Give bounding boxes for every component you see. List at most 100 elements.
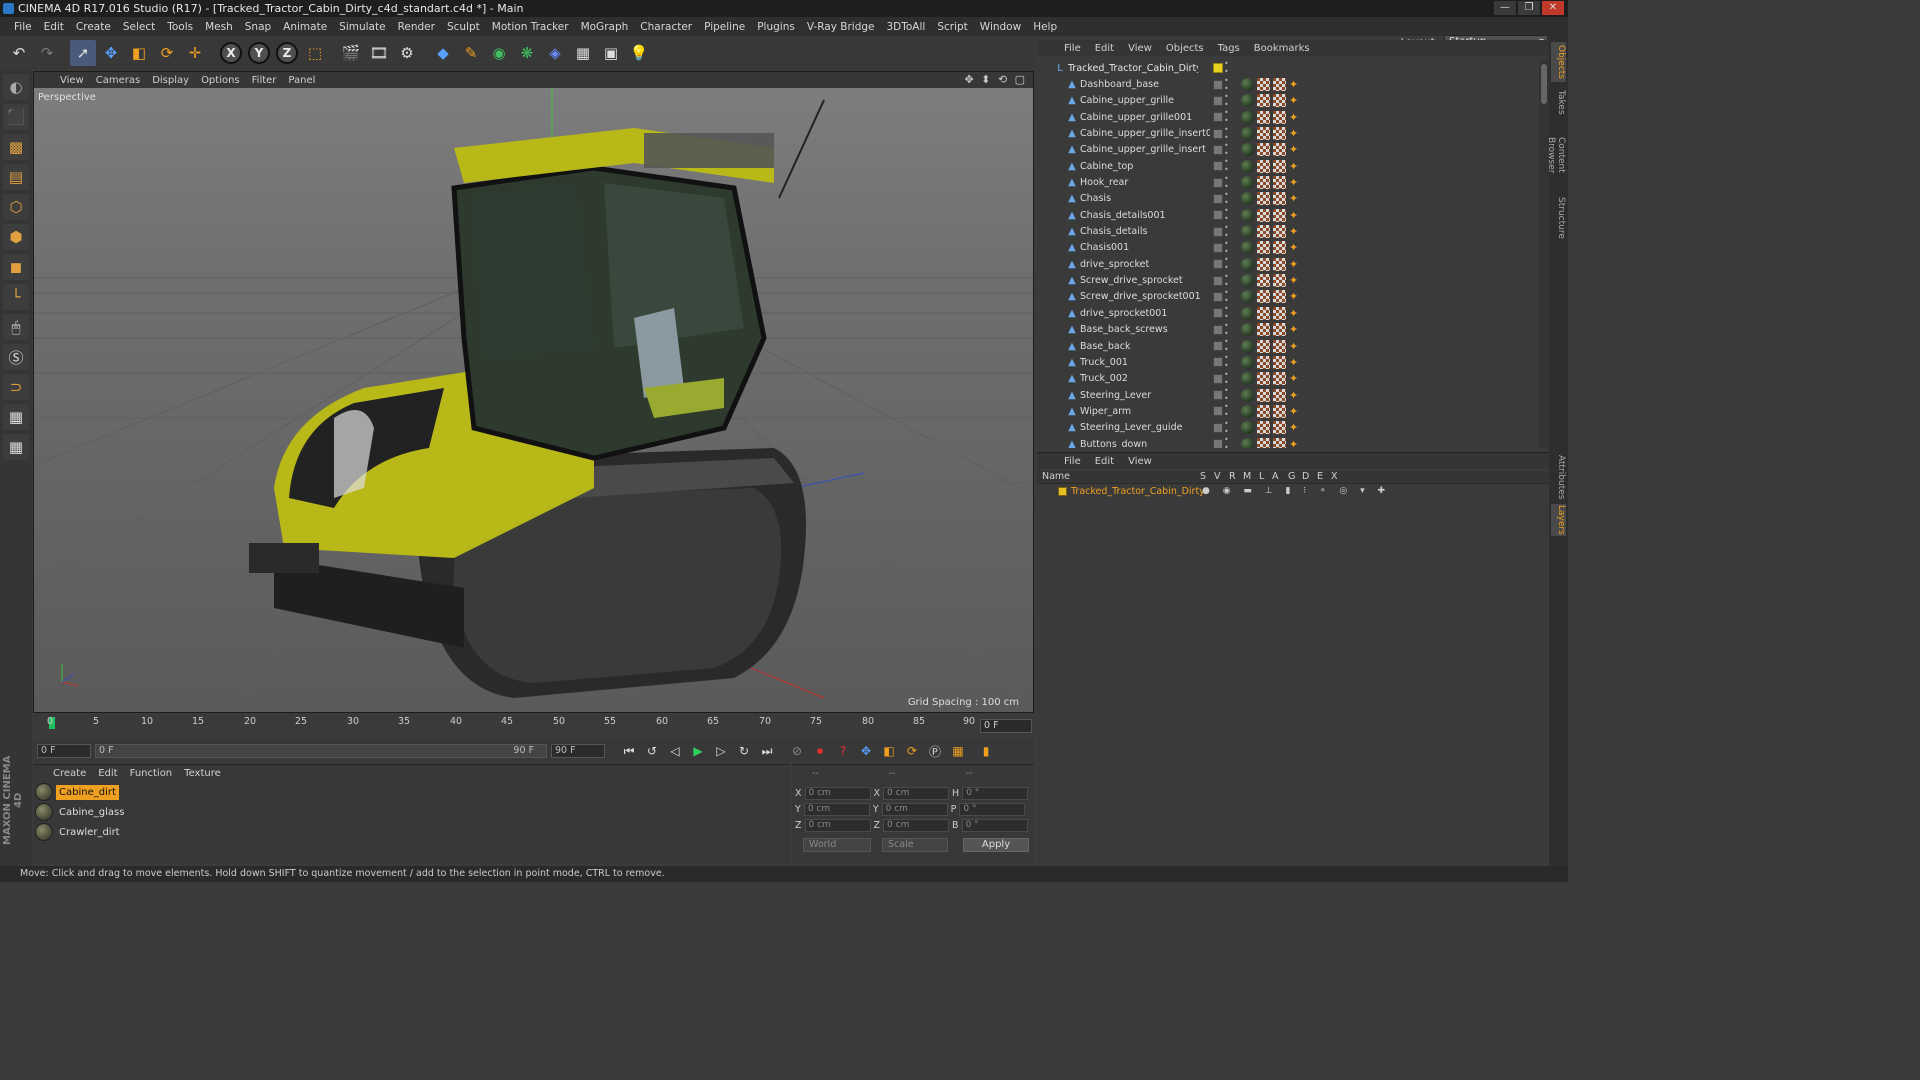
editor-render-toggle[interactable] [1213,161,1223,172]
coordinate-system-icon[interactable]: ⬚ [302,40,328,66]
tab-structure[interactable]: Structure [1551,196,1566,240]
tab-layers[interactable]: Layers [1551,504,1566,536]
menu-animate[interactable]: Animate [277,21,333,33]
material-tag-icon[interactable] [1241,241,1254,255]
phong-tag-icon[interactable]: ✦ [1289,421,1302,434]
phong-tag-icon[interactable]: ✦ [1289,274,1302,287]
visibility-dots[interactable]: • • [1224,419,1230,436]
phong-tag-icon[interactable]: ✦ [1289,176,1302,189]
layer-menu-view[interactable]: View [1121,456,1159,467]
material-menu-edit[interactable]: Edit [92,768,123,779]
material-tag-icon[interactable] [1241,339,1254,353]
visibility-dots[interactable]: • • [1224,387,1230,403]
material-tag-icon[interactable] [1241,192,1254,206]
world-dropdown[interactable]: World [803,838,871,852]
3d-scene[interactable]: Perspective Grid Spacing : 100 cm [34,88,1033,712]
menu-mesh[interactable]: Mesh [199,21,239,33]
apply-button[interactable]: Apply [963,838,1029,852]
undo-icon[interactable]: ↶ [6,40,32,66]
phong-tag-icon[interactable]: ✦ [1289,356,1302,369]
visibility-dots[interactable]: • • [1224,321,1230,338]
texture-tag-icon[interactable] [1273,78,1286,92]
material-item[interactable]: Cabine_glass [35,802,790,822]
layer-row[interactable]: Tracked_Tractor_Cabin_Dirty ● ◉ ▬ ⊥ ▮ ⁝ … [1037,484,1549,498]
subdivision-surface-icon[interactable]: ◉ [486,40,512,66]
menu-character[interactable]: Character [634,21,698,33]
material-tag-icon[interactable] [1241,225,1254,239]
material-tag-icon[interactable] [1241,176,1254,190]
object-row[interactable]: ▲ Cabine_top • • ✦ [1037,158,1537,174]
phong-tag-icon[interactable]: ✦ [1289,290,1302,303]
position-x-field[interactable]: 0 cm [804,787,871,800]
editor-render-toggle[interactable] [1213,144,1223,155]
texture-tag-icon[interactable] [1257,127,1270,141]
material-menu-function[interactable]: Function [124,768,179,779]
material-menu-create[interactable]: Create [47,768,92,779]
viewport-menu-display[interactable]: Display [146,75,195,86]
texture-tag-icon[interactable] [1273,437,1286,448]
material-tag-icon[interactable] [1241,78,1254,92]
material-tag-icon[interactable] [1241,143,1254,157]
points-mode-icon[interactable]: ⬡ [3,194,29,220]
material-tag-icon[interactable] [1241,110,1254,124]
object-row[interactable]: ▲ Cabine_upper_grille_insert • • ✦ [1037,141,1537,158]
object-row[interactable]: ▲ Truck_001 • • ✦ [1037,354,1537,370]
texture-tag-icon[interactable] [1257,143,1270,157]
model-mode-icon[interactable]: ⬛ [3,104,29,130]
object-row[interactable]: ▲ drive_sprocket • • ✦ [1037,256,1537,272]
visibility-dots[interactable]: • • [1224,256,1230,272]
texture-tag-icon[interactable] [1257,372,1270,386]
layer-flags[interactable]: ● ◉ ▬ ⊥ ▮ ⁝ ⚬ ◎ ▾ ✚ [1202,486,1390,496]
size-y-field[interactable]: 0 cm [881,803,948,816]
menu-simulate[interactable]: Simulate [333,21,391,33]
object-row[interactable]: ▲ Chasis001 • • ✦ [1037,239,1537,256]
tab-content-browser[interactable]: Content Browser [1546,120,1566,190]
phong-tag-icon[interactable]: ✦ [1289,389,1302,402]
object-row[interactable]: ▲ Cabine_upper_grille • • ✦ [1037,92,1537,109]
go-to-start-icon[interactable]: ⏮ [619,742,639,760]
loop-icon[interactable]: ↻ [734,742,754,760]
object-row[interactable]: ▲ Chasis • • ✦ [1037,190,1537,207]
texture-tag-icon[interactable] [1273,421,1286,435]
redo-icon[interactable]: ↷ [34,40,60,66]
menu-create[interactable]: Create [70,21,117,33]
texture-tag-icon[interactable] [1257,241,1270,255]
material-tag-icon[interactable] [1241,290,1254,304]
texture-tag-icon[interactable] [1273,143,1286,157]
texture-tag-icon[interactable] [1257,339,1270,353]
menu-script[interactable]: Script [931,21,973,33]
viewport-menu-view[interactable]: View [54,75,90,86]
preview-range-slider[interactable]: 0 F 90 F [95,744,547,758]
material-tag-icon[interactable] [1241,94,1254,108]
snap-icon[interactable]: Ⓢ [3,344,29,370]
texture-tag-icon[interactable] [1273,355,1286,369]
editor-render-toggle[interactable] [1213,373,1223,384]
phong-tag-icon[interactable]: ✦ [1289,225,1302,238]
viewport-navigation-icons[interactable]: ✥ ⬍ ⟲ ▢ [964,73,1027,86]
phong-tag-icon[interactable]: ✦ [1289,241,1302,254]
menu-file[interactable]: File [8,21,38,33]
autokey-icon[interactable]: ? [833,742,853,760]
visibility-dots[interactable]: • • [1224,272,1230,289]
texture-tag-icon[interactable] [1257,192,1270,206]
texture-tag-icon[interactable] [1273,274,1286,288]
visibility-dots[interactable]: • • [1224,60,1230,76]
texture-tag-icon[interactable] [1273,127,1286,141]
texture-tag-icon[interactable] [1257,176,1270,190]
menu-vray-bridge[interactable]: V-Ray Bridge [801,21,881,33]
phong-tag-icon[interactable]: ✦ [1289,405,1302,418]
texture-tag-icon[interactable] [1273,159,1286,173]
texture-tag-icon[interactable] [1257,404,1270,418]
menu-pipeline[interactable]: Pipeline [698,21,751,33]
position-y-field[interactable]: 0 cm [803,803,870,816]
visibility-dots[interactable]: • • [1224,403,1230,419]
floor-environment-icon[interactable]: ▦ [570,40,596,66]
object-menu-bookmarks[interactable]: Bookmarks [1247,43,1317,54]
material-tag-icon[interactable] [1241,274,1254,288]
editor-render-toggle[interactable] [1213,95,1223,106]
visibility-dots[interactable]: • • [1224,354,1230,370]
close-button[interactable]: ✕ [1542,1,1564,15]
magnet-icon[interactable]: ⊃ [3,374,29,400]
material-tag-icon[interactable] [1241,355,1254,369]
editor-render-toggle[interactable] [1213,259,1223,270]
